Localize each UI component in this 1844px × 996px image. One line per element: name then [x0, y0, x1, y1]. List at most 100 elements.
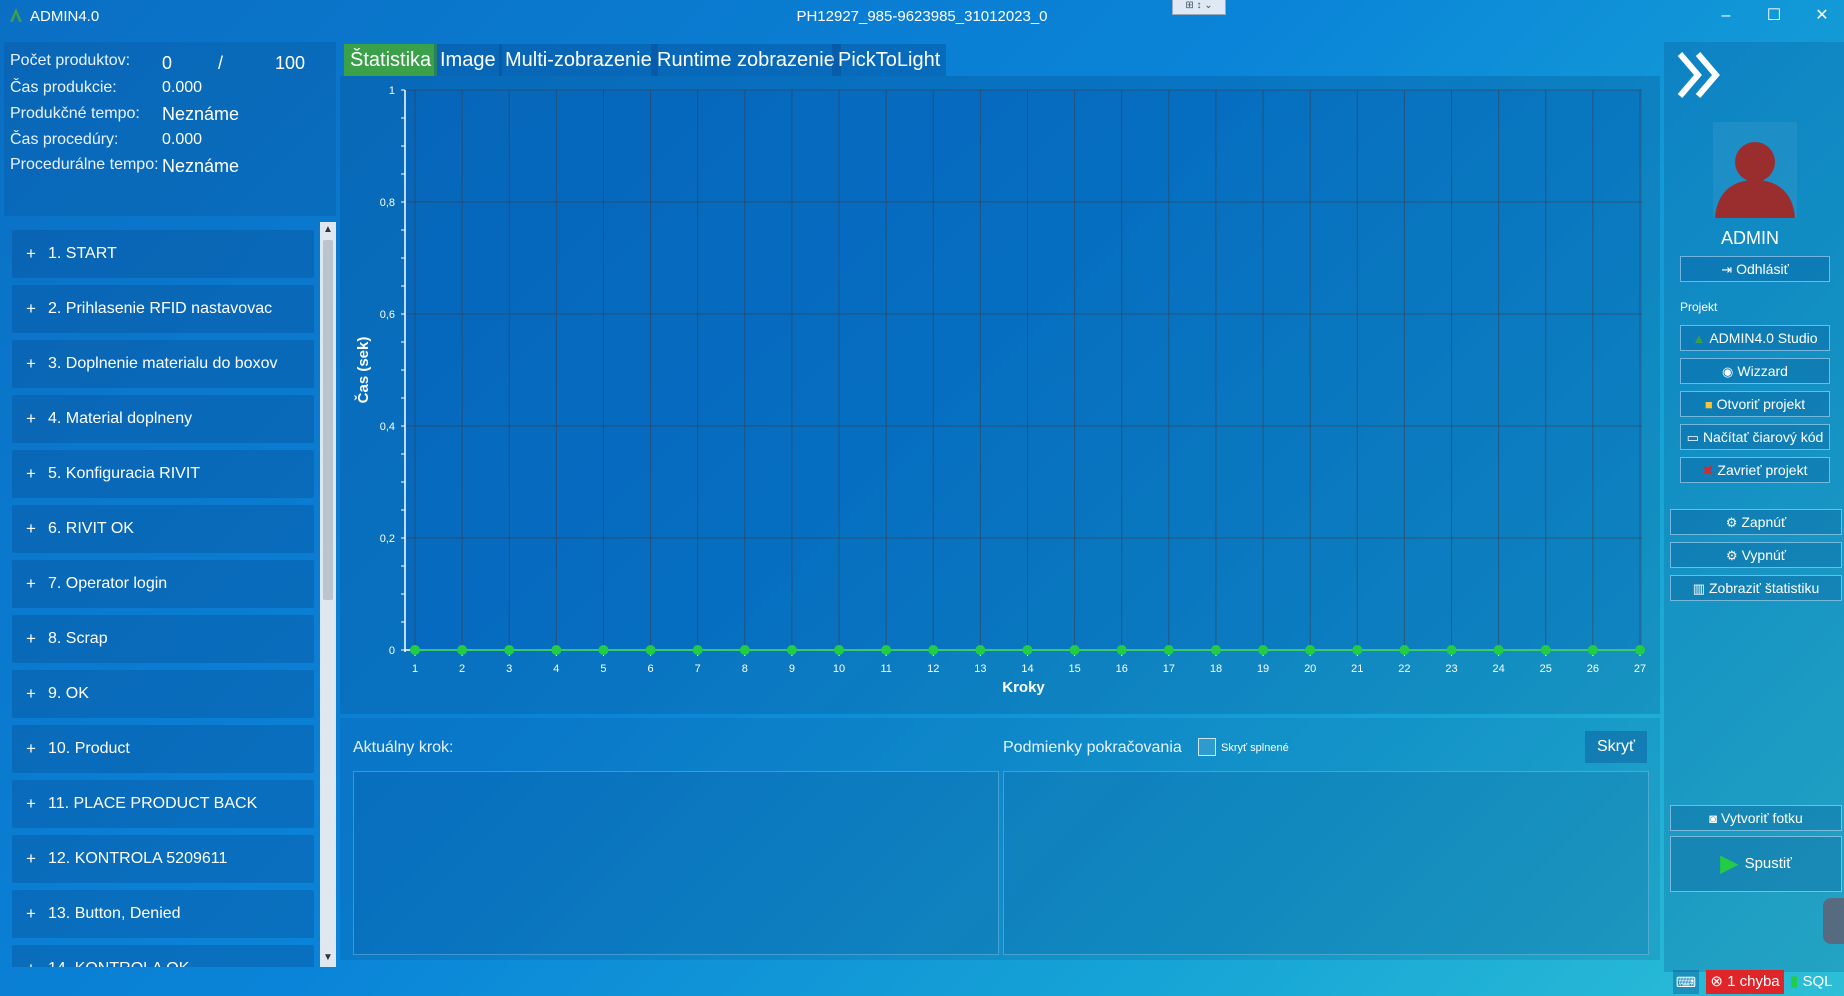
open-project-label: Otvoriť projekt: [1716, 396, 1806, 412]
load-barcode-label: Načítať čiarový kód: [1702, 429, 1824, 445]
step-label: 5. Konfiguracia RIVIT: [48, 465, 201, 482]
power-on-icon: ⚙: [1725, 515, 1738, 530]
x-tick-label: 2: [459, 663, 465, 675]
x-tick-label: 24: [1493, 663, 1505, 675]
step-label: 6. RIVIT OK: [48, 520, 134, 537]
tab-runtime-view[interactable]: Runtime zobrazenie: [651, 44, 841, 76]
step-item[interactable]: +1. START: [12, 230, 314, 278]
step-item[interactable]: +2. Prihlasenie RFID nastavovac: [12, 285, 314, 333]
expand-plus-icon[interactable]: +: [26, 450, 36, 498]
step-item[interactable]: +11. PLACE PRODUCT BACK: [12, 780, 314, 828]
turn-on-button[interactable]: ⚙ Zapnúť: [1670, 509, 1842, 535]
x-tick-label: 23: [1445, 663, 1457, 675]
load-barcode-button[interactable]: ▭ Načítať čiarový kód: [1680, 424, 1830, 450]
y-tick-label: 0,2: [380, 533, 395, 545]
tab-multi-view[interactable]: Multi-zobrazenie: [499, 44, 658, 76]
step-item[interactable]: +14. KONTROLA OK: [12, 945, 314, 967]
wizard-icon: ◉: [1722, 364, 1734, 379]
expand-plus-icon[interactable]: +: [26, 890, 36, 938]
turn-off-button[interactable]: ⚙ Vypnúť: [1670, 542, 1842, 568]
expand-plus-icon[interactable]: +: [26, 285, 36, 333]
expand-plus-icon[interactable]: +: [26, 340, 36, 388]
show-statistics-label: Zobraziť štatistiku: [1709, 580, 1820, 596]
scroll-thumb[interactable]: [323, 240, 333, 600]
y-tick-label: 0,8: [380, 197, 395, 209]
steps-time-chart: 00,20,40,60,811 2 3 4 5 6 7 8 9 10 11 12 13 14 15 16 17 1…: [354, 85, 1646, 696]
maximize-button[interactable]: ☐: [1756, 4, 1792, 28]
step-item[interactable]: +9. OK: [12, 670, 314, 718]
x-tick-label: 7: [695, 663, 701, 675]
keyboard-status-icon[interactable]: ⌨: [1673, 970, 1699, 994]
wizard-button[interactable]: ◉ Wizzard: [1680, 358, 1830, 384]
step-label: 14. KONTROLA OK: [48, 945, 189, 967]
tab-image[interactable]: Image: [434, 44, 502, 76]
sql-status[interactable]: ▮ SQL: [1790, 970, 1844, 994]
step-item[interactable]: +8. Scrap: [12, 615, 314, 663]
data-point: [739, 645, 750, 655]
step-label: 3. Doplnenie materialu do boxov: [48, 355, 278, 372]
step-label: 8. Scrap: [48, 630, 108, 647]
procedure-tempo-label: Procedurálne tempo:: [10, 156, 159, 173]
y-tick-label: 0: [389, 645, 395, 657]
expand-plus-icon[interactable]: +: [26, 505, 36, 553]
scroll-down-arrow-icon[interactable]: ▼: [320, 950, 336, 966]
data-point: [1352, 645, 1363, 655]
expand-plus-icon[interactable]: +: [26, 560, 36, 608]
step-item[interactable]: +4. Material doplneny: [12, 395, 314, 443]
tab-pick-to-light[interactable]: PickToLight: [832, 44, 947, 76]
hide-button[interactable]: Skryť: [1585, 731, 1647, 763]
data-point: [1493, 645, 1504, 655]
production-tempo-value: Neznáme: [162, 104, 240, 124]
step-list-scrollbar[interactable]: ▲ ▼: [320, 222, 336, 967]
data-point: [692, 645, 703, 655]
expand-plus-icon[interactable]: +: [26, 835, 36, 883]
logout-label: Odhlásiť: [1736, 261, 1789, 277]
expand-plus-icon[interactable]: +: [26, 670, 36, 718]
expand-plus-icon[interactable]: +: [26, 945, 36, 967]
data-point: [1163, 645, 1174, 655]
x-tick-label: 16: [1116, 663, 1128, 675]
step-item[interactable]: +6. RIVIT OK: [12, 505, 314, 553]
step-item[interactable]: +3. Doplnenie materialu do boxov: [12, 340, 314, 388]
step-item[interactable]: +10. Product: [12, 725, 314, 773]
logout-button[interactable]: ⇥ Odhlásiť: [1680, 256, 1830, 282]
show-statistics-button[interactable]: ▥ Zobraziť štatistiku: [1670, 575, 1842, 601]
close-button[interactable]: ✕: [1804, 4, 1840, 28]
red-x-icon: ✖: [1702, 463, 1714, 478]
current-step-box: [353, 771, 999, 955]
x-tick-label: 26: [1587, 663, 1599, 675]
user-name: ADMIN: [1721, 228, 1779, 248]
hide-completed-checkbox[interactable]: [1198, 738, 1216, 756]
expand-plus-icon[interactable]: +: [26, 230, 36, 278]
step-item[interactable]: +13. Button, Denied: [12, 890, 314, 938]
step-item[interactable]: +7. Operator login: [12, 560, 314, 608]
minimize-button[interactable]: –: [1708, 4, 1744, 28]
title-mini-widget[interactable]: ⊞ ↕ ⌄: [1172, 0, 1226, 15]
step-label: 11. PLACE PRODUCT BACK: [48, 795, 258, 812]
run-button[interactable]: ▶ Spustiť: [1670, 836, 1842, 892]
close-project-label: Zavrieť projekt: [1717, 462, 1808, 478]
studio-button[interactable]: ▲ ADMIN4.0 Studio: [1680, 325, 1830, 351]
expand-plus-icon[interactable]: +: [26, 780, 36, 828]
data-point: [1069, 645, 1080, 655]
take-photo-label: Vytvoriť fotku: [1721, 810, 1803, 826]
hide-completed-label: Skryť splnené: [1221, 742, 1289, 754]
procedure-time-value: 0.000: [162, 131, 203, 148]
tab-statistics[interactable]: Štatistika: [344, 44, 438, 76]
x-tick-label: 6: [648, 663, 654, 675]
take-photo-button[interactable]: ◙ Vytvoriť fotku: [1670, 805, 1842, 831]
x-tick-label: 13: [974, 663, 986, 675]
step-item[interactable]: +12. KONTROLA 5209611: [12, 835, 314, 883]
step-item[interactable]: +5. Konfiguracia RIVIT: [12, 450, 314, 498]
continuation-conditions-box: [1003, 771, 1649, 955]
open-project-button[interactable]: ■ Otvoriť projekt: [1680, 391, 1830, 417]
expand-plus-icon[interactable]: +: [26, 725, 36, 773]
error-status-badge[interactable]: ⊗ 1 chyba: [1706, 970, 1784, 994]
expand-plus-icon[interactable]: +: [26, 615, 36, 663]
expand-plus-icon[interactable]: +: [26, 395, 36, 443]
side-panel-handle[interactable]: [1823, 898, 1844, 944]
collapse-chevron-icon[interactable]: [1676, 50, 1722, 100]
close-project-button[interactable]: ✖ Zavrieť projekt: [1680, 457, 1830, 483]
scroll-up-arrow-icon[interactable]: ▲: [320, 222, 336, 238]
document-title: PH12927_985-9623985_31012023_0: [796, 8, 1048, 25]
